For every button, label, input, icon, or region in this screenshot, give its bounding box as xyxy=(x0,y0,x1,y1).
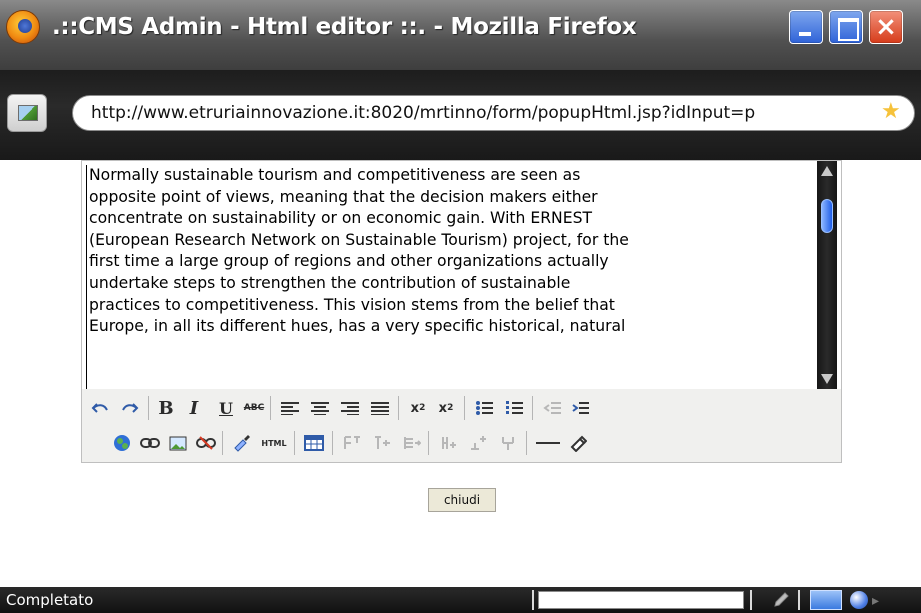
superscript-icon[interactable]: x2 xyxy=(434,396,458,420)
status-text: Completato xyxy=(6,591,94,609)
site-image-icon[interactable] xyxy=(7,94,47,132)
edit-pen-icon[interactable] xyxy=(772,591,790,609)
window-titlebar: .::CMS Admin - Html editor ::. - Mozilla… xyxy=(0,0,921,70)
merge-cells-icon[interactable] xyxy=(466,431,490,455)
toolbar-separator xyxy=(526,431,527,455)
firefox-icon xyxy=(6,10,40,44)
editor-scrollbar[interactable] xyxy=(817,161,837,389)
status-separator xyxy=(532,590,534,610)
status-progress-bar xyxy=(538,591,744,609)
cleanup-brush-icon[interactable] xyxy=(230,431,254,455)
scroll-up-icon[interactable] xyxy=(821,166,833,176)
window-title: .::CMS Admin - Html editor ::. - Mozilla… xyxy=(52,14,637,40)
underline-icon[interactable]: U xyxy=(214,396,238,420)
align-center-icon[interactable] xyxy=(308,396,332,420)
insert-row-before-icon[interactable] xyxy=(370,431,394,455)
html-source-icon[interactable]: HTML xyxy=(256,431,292,455)
editor-line: opposite point of views, meaning that th… xyxy=(89,187,598,206)
editor-line: concentrate on sustainability or on econ… xyxy=(89,209,592,228)
globe-icon[interactable] xyxy=(850,591,868,609)
toolbar-separator xyxy=(332,431,333,455)
editor-content[interactable]: Normally sustainable tourism and competi… xyxy=(86,165,816,389)
toolbar-row-1: B I U ABC x2 x2 xyxy=(82,394,841,424)
table-icon[interactable] xyxy=(302,431,326,455)
editor-line: first time a large group of regions and … xyxy=(89,252,609,271)
close-icon: × xyxy=(875,12,897,42)
italic-icon[interactable]: I xyxy=(182,396,206,420)
url-text: http://www.etruriainnovazione.it:8020/mr… xyxy=(91,103,756,123)
toolbar-separator xyxy=(428,431,429,455)
status-bar: Completato ▸ xyxy=(0,587,921,613)
toolbar-separator xyxy=(222,431,223,455)
toolbar-separator xyxy=(294,431,295,455)
bookmark-star-icon[interactable]: ★ xyxy=(881,99,901,124)
toolbar-separator xyxy=(464,396,465,420)
anchor-globe-icon[interactable] xyxy=(110,431,134,455)
editor-line: Europe, in all its different hues, has a… xyxy=(89,317,626,336)
scroll-down-icon[interactable] xyxy=(821,374,833,384)
status-separator xyxy=(798,590,800,610)
scroll-thumb[interactable] xyxy=(821,199,833,233)
align-left-icon[interactable] xyxy=(278,396,302,420)
numbered-list-icon[interactable] xyxy=(502,396,526,420)
toolbar-separator xyxy=(398,396,399,420)
outdent-icon[interactable] xyxy=(540,396,564,420)
image-icon[interactable] xyxy=(166,431,190,455)
indent-icon[interactable] xyxy=(568,396,592,420)
toolbar-row-2: HTML xyxy=(82,429,841,459)
insert-row-after-icon[interactable] xyxy=(400,431,424,455)
close-button[interactable]: × xyxy=(869,10,903,44)
redo-icon[interactable] xyxy=(118,396,142,420)
subscript-icon[interactable]: x2 xyxy=(406,396,430,420)
editor-line: undertake steps to strengthen the contri… xyxy=(89,273,571,292)
unlink-icon[interactable] xyxy=(194,431,218,455)
strikethrough-icon[interactable]: ABC xyxy=(242,396,266,420)
status-more-icon[interactable]: ▸ xyxy=(872,593,879,609)
toolbar-separator xyxy=(270,396,271,420)
link-icon[interactable] xyxy=(138,431,162,455)
html-editor: Normally sustainable tourism and competi… xyxy=(81,160,842,463)
undo-icon[interactable] xyxy=(88,396,112,420)
align-justify-icon[interactable] xyxy=(368,396,392,420)
mail-icon[interactable] xyxy=(810,590,842,610)
editor-toolbar: B I U ABC x2 x2 HTML xyxy=(82,389,841,462)
eraser-icon[interactable] xyxy=(566,431,590,455)
editor-line: practices to competitiveness. This visio… xyxy=(89,295,615,314)
minimize-button[interactable] xyxy=(789,10,823,44)
toolbar-separator xyxy=(148,396,149,420)
row-props-icon[interactable] xyxy=(340,431,364,455)
toolbar-separator xyxy=(532,396,533,420)
url-field[interactable]: http://www.etruriainnovazione.it:8020/mr… xyxy=(72,95,915,131)
delete-col-icon[interactable] xyxy=(496,431,520,455)
chiudi-button[interactable]: chiudi xyxy=(428,488,496,512)
editor-line: (European Research Network on Sustainabl… xyxy=(89,230,629,249)
horizontal-rule-icon[interactable] xyxy=(534,431,562,455)
split-cells-icon[interactable] xyxy=(436,431,460,455)
bold-icon[interactable]: B xyxy=(154,396,178,420)
maximize-button[interactable] xyxy=(829,10,863,44)
editor-line: Normally sustainable tourism and competi… xyxy=(89,166,581,184)
align-right-icon[interactable] xyxy=(338,396,362,420)
bullet-list-icon[interactable] xyxy=(472,396,496,420)
address-bar: http://www.etruriainnovazione.it:8020/mr… xyxy=(0,70,921,160)
status-separator xyxy=(750,590,752,610)
